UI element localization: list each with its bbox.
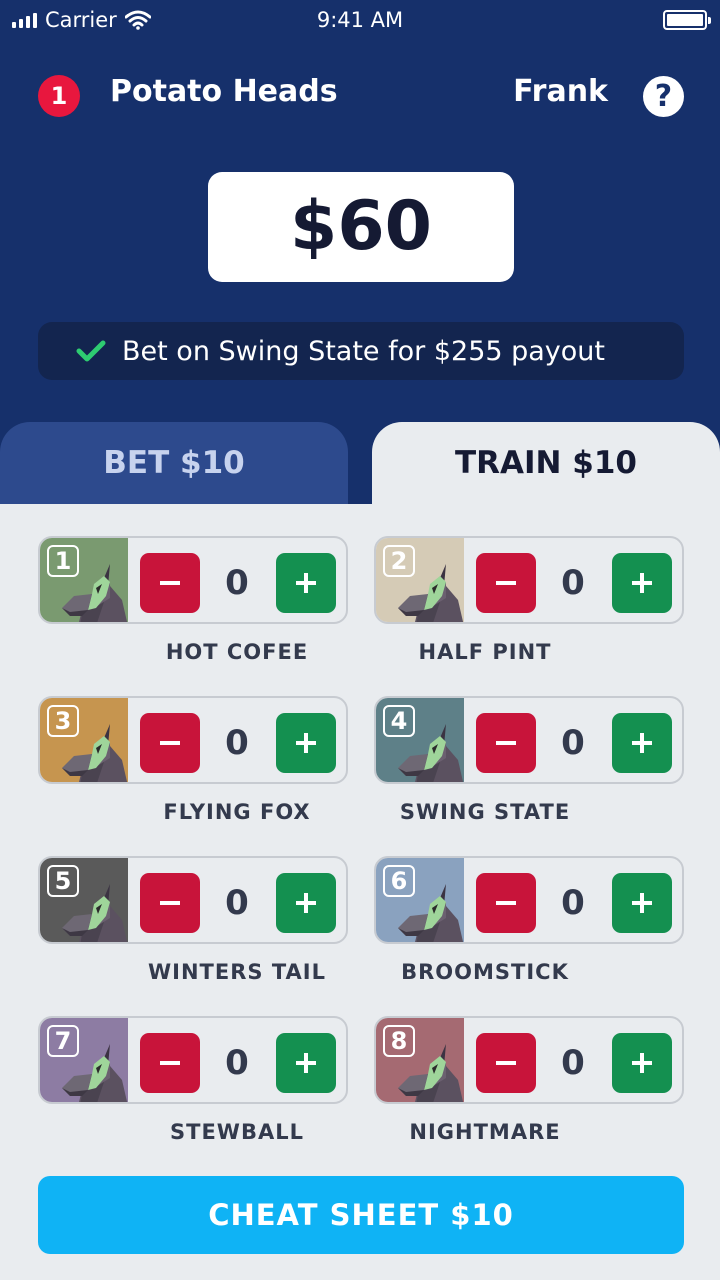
horse-number: 5 <box>47 865 79 897</box>
train-count: 0 <box>561 883 585 923</box>
hint-banner: Bet on Swing State for $255 payout <box>38 322 684 380</box>
horse-card-frame: 0 <box>38 1016 348 1104</box>
tab-train[interactable]: TRAIN $10 <box>372 422 720 504</box>
horse-number: 4 <box>383 705 415 737</box>
tab-bet[interactable]: BET $10 <box>0 422 348 504</box>
minus-button[interactable] <box>476 713 536 773</box>
horse-number: 2 <box>383 545 415 577</box>
plus-button[interactable] <box>612 873 672 933</box>
horse-name: SWING STATE <box>399 800 571 824</box>
train-count: 0 <box>225 1043 249 1083</box>
horse-card-frame: 0 <box>374 696 684 784</box>
checkmark-icon <box>76 339 106 363</box>
plus-button[interactable] <box>276 713 336 773</box>
horse-number: 3 <box>47 705 79 737</box>
horse-name: BROOMSTICK <box>401 960 569 984</box>
plus-button[interactable] <box>276 553 336 613</box>
minus-button[interactable] <box>476 553 536 613</box>
horse-number: 8 <box>383 1025 415 1057</box>
minus-button[interactable] <box>140 713 200 773</box>
train-count: 0 <box>225 723 249 763</box>
minus-button[interactable] <box>140 873 200 933</box>
train-count: 0 <box>561 723 585 763</box>
minus-button[interactable] <box>140 1033 200 1093</box>
train-count: 0 <box>561 1043 585 1083</box>
status-time: 9:41 AM <box>316 8 404 32</box>
horse-card-frame: 0 <box>374 856 684 944</box>
help-button[interactable]: ? <box>643 76 684 117</box>
horse-number: 7 <box>47 1025 79 1057</box>
horse-number: 1 <box>47 545 79 577</box>
plus-button[interactable] <box>276 873 336 933</box>
horse-card-frame: 0 <box>38 536 348 624</box>
horse-card-3: 0 3 FLYING FOX <box>38 696 348 824</box>
horse-card-4: 0 4 SWING STATE <box>374 696 684 824</box>
train-count: 0 <box>225 563 249 603</box>
team-name: Potato Heads <box>110 74 338 109</box>
minus-button[interactable] <box>140 553 200 613</box>
balance-display: $60 <box>208 172 514 282</box>
plus-button[interactable] <box>612 1033 672 1093</box>
horse-card-frame: 0 <box>374 1016 684 1104</box>
status-bar: Carrier 9:41 AM <box>0 0 720 42</box>
plus-button[interactable] <box>276 1033 336 1093</box>
horse-number: 6 <box>383 865 415 897</box>
player-name: Frank <box>513 74 608 109</box>
horse-name: HALF PINT <box>418 640 552 664</box>
horse-card-6: 0 6 BROOMSTICK <box>374 856 684 984</box>
horse-card-frame: 0 <box>38 856 348 944</box>
horse-name: NIGHTMARE <box>409 1120 561 1144</box>
horse-card-frame: 0 <box>374 536 684 624</box>
train-count: 0 <box>225 883 249 923</box>
plus-button[interactable] <box>612 553 672 613</box>
horse-card-1: 0 1 HOT COFEE <box>38 536 348 664</box>
cheat-sheet-button[interactable]: CHEAT SHEET $10 <box>38 1176 684 1254</box>
hint-text: Bet on Swing State for $255 payout <box>122 335 606 367</box>
minus-button[interactable] <box>476 873 536 933</box>
battery-icon <box>663 10 711 30</box>
minus-button[interactable] <box>476 1033 536 1093</box>
plus-button[interactable] <box>612 713 672 773</box>
horse-card-7: 0 7 STEWBALL <box>38 1016 348 1144</box>
horse-card-8: 0 8 NIGHTMARE <box>374 1016 684 1144</box>
horse-card-2: 0 2 HALF PINT <box>374 536 684 664</box>
horse-card-5: 0 5 WINTERS TAIL <box>38 856 348 984</box>
team-number-badge: 1 <box>38 75 80 117</box>
train-count: 0 <box>561 563 585 603</box>
horse-card-frame: 0 <box>38 696 348 784</box>
